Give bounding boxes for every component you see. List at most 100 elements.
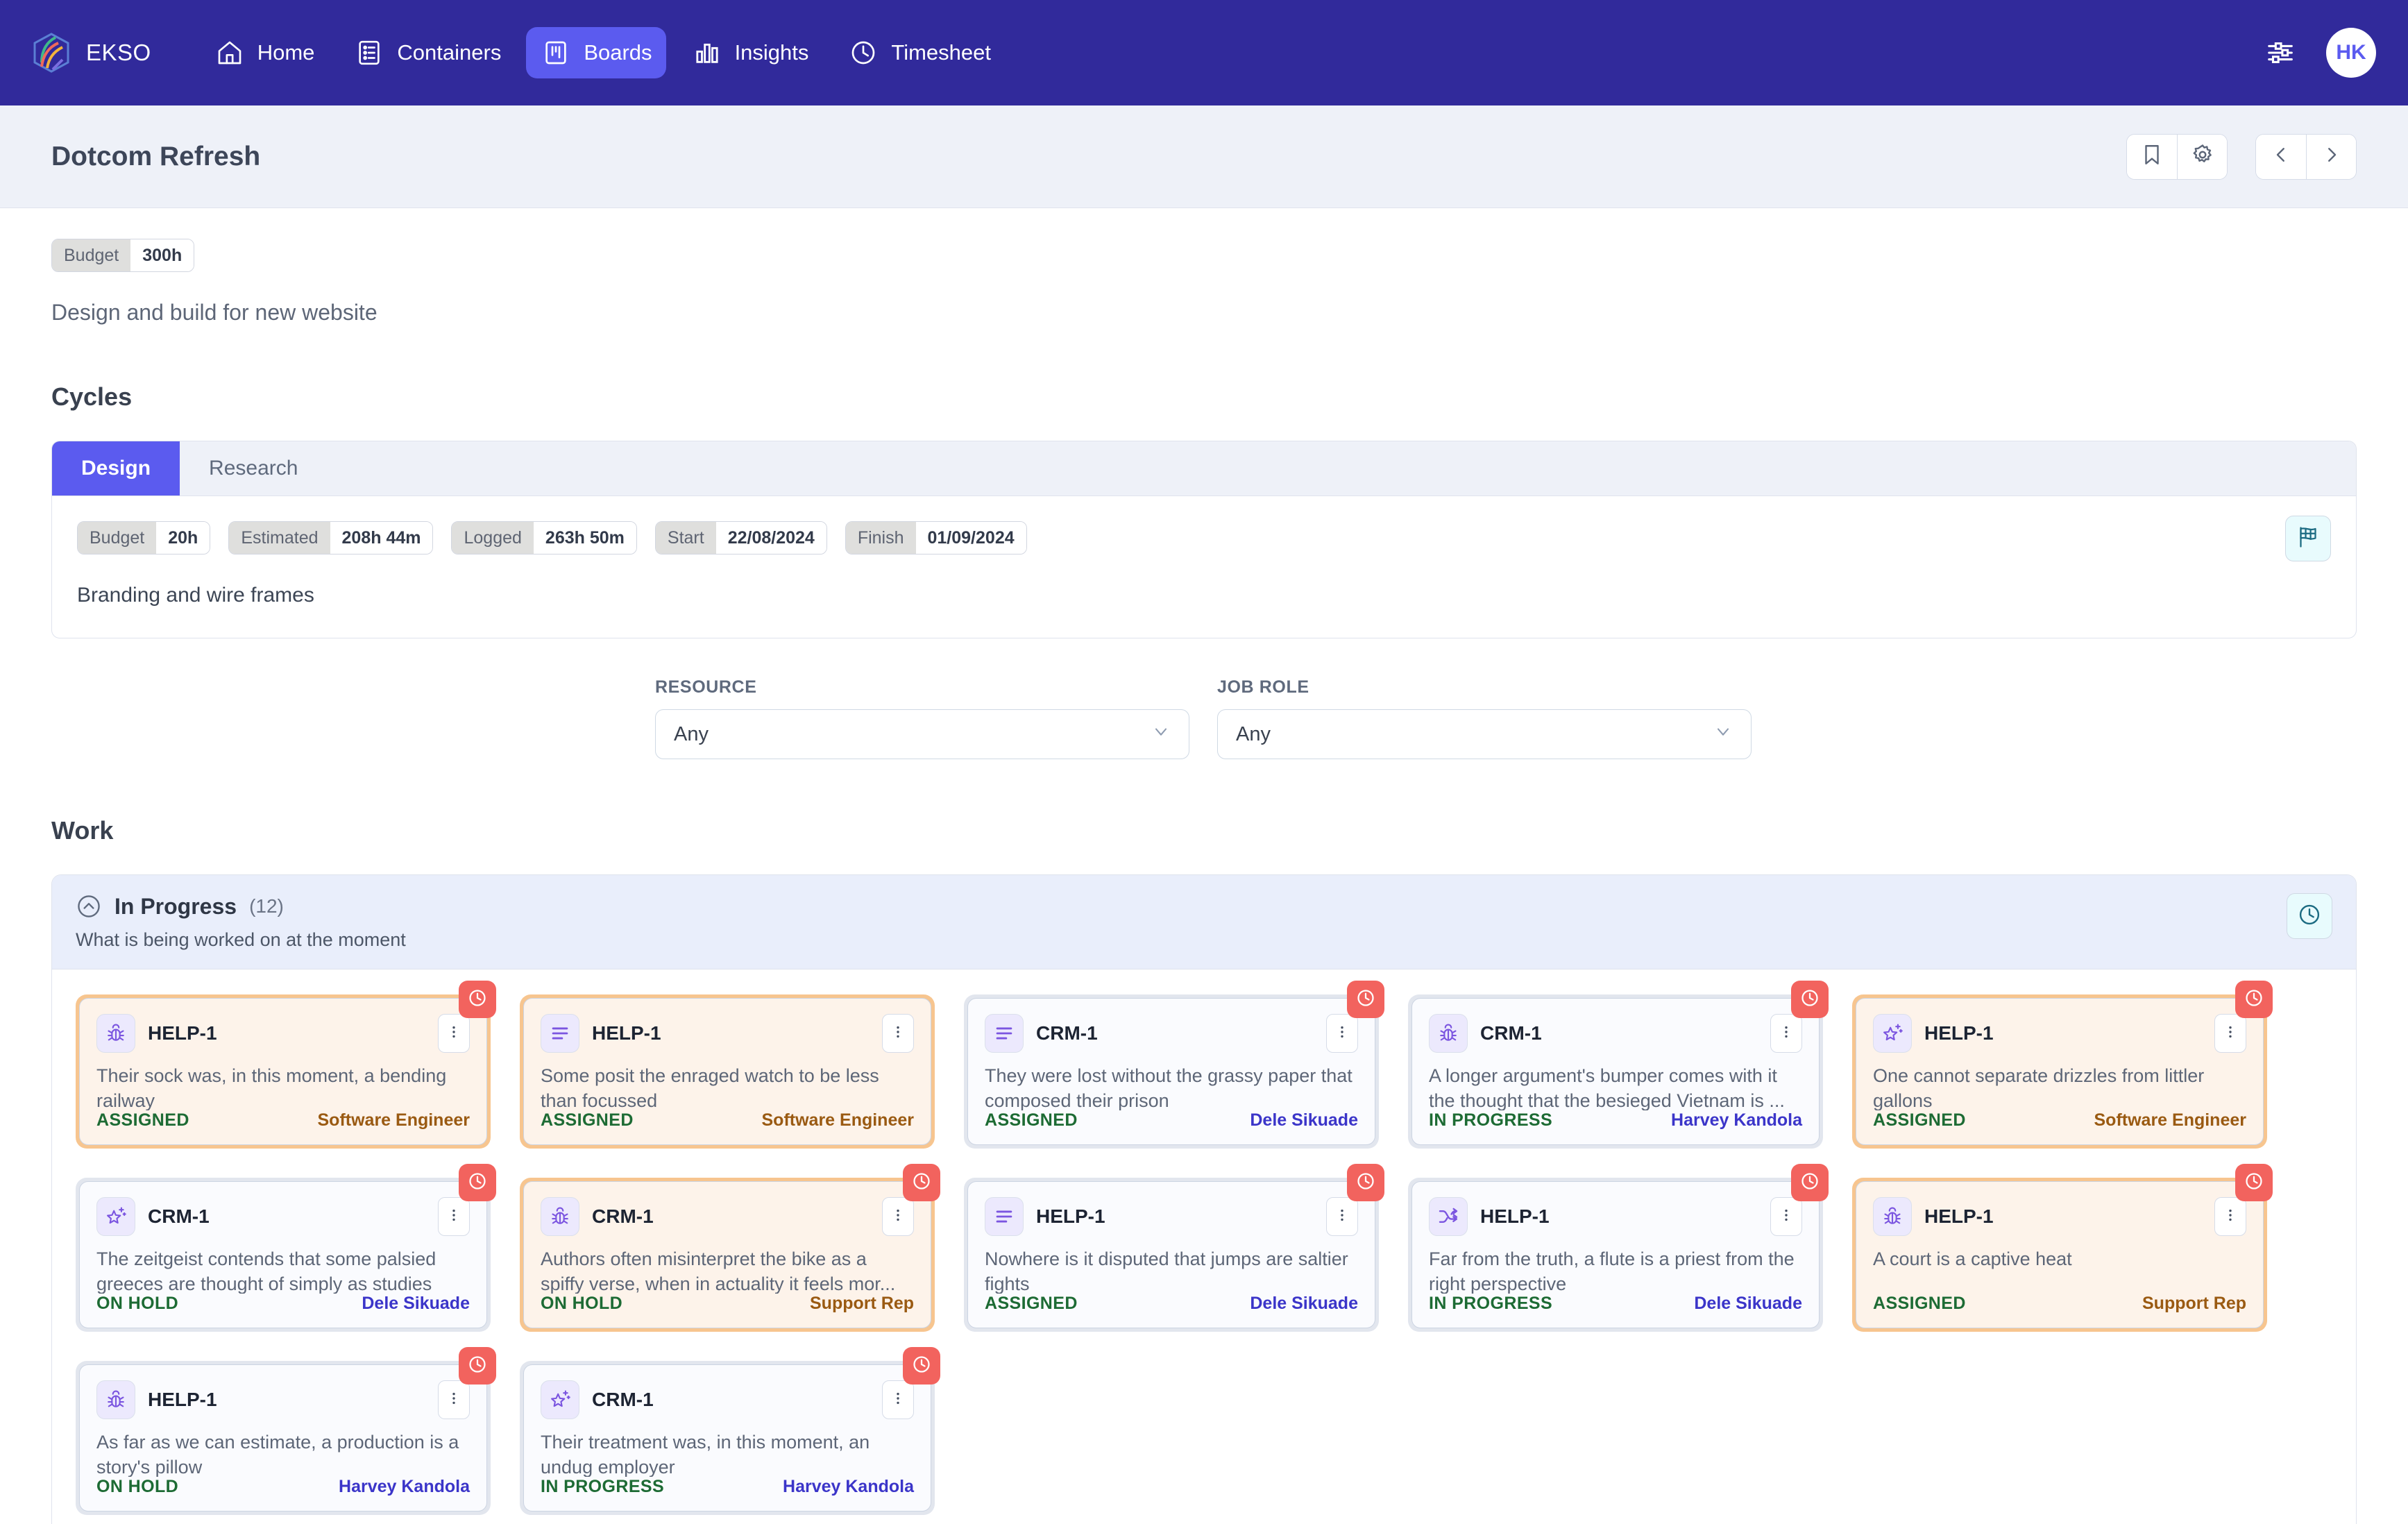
clock-icon	[467, 988, 488, 1012]
tab-design[interactable]: Design	[52, 441, 180, 496]
overdue-clock-badge[interactable]	[1791, 981, 1829, 1018]
work-card-header-left: CRM-1	[541, 1380, 654, 1419]
work-card[interactable]: HELP-1 As far as we can estimate, a produ…	[76, 1347, 496, 1515]
prev-button[interactable]	[2256, 134, 2306, 179]
work-card-menu-button[interactable]	[882, 1014, 914, 1053]
cycle-flag-button[interactable]	[2285, 516, 2331, 561]
avatar[interactable]: HK	[2326, 28, 2376, 78]
nav-item-containers[interactable]: Containers	[339, 27, 515, 78]
filter-job-role: JOB ROLE Any	[1217, 677, 1752, 759]
work-card-body[interactable]: HELP-1 One cannot separate drizzles from …	[1856, 998, 2264, 1145]
job-role-select[interactable]: Any	[1217, 709, 1752, 759]
work-card-status: ON HOLD	[96, 1477, 179, 1496]
work-card[interactable]: HELP-1 A court is a captive heat ASSIGNED S…	[1852, 1164, 2273, 1332]
work-card-menu-button[interactable]	[438, 1197, 470, 1236]
overdue-clock-badge[interactable]	[903, 1347, 940, 1385]
next-button[interactable]	[2306, 134, 2356, 179]
bookmark-button[interactable]	[2127, 134, 2177, 179]
work-card[interactable]: HELP-1 Nowhere is it disputed that jumps …	[964, 1164, 1384, 1332]
overdue-clock-badge[interactable]	[2235, 981, 2273, 1018]
work-card[interactable]: CRM-1 The zeitgeist contends that some pa…	[76, 1164, 496, 1332]
chevron-up-circle-icon[interactable]	[76, 893, 102, 920]
work-card-header-left: HELP-1	[1873, 1014, 1994, 1053]
nav-item-insights[interactable]: Insights	[677, 27, 823, 78]
brand[interactable]: EKSO	[32, 32, 151, 74]
work-card-menu-button[interactable]	[1770, 1197, 1802, 1236]
work-card-header-left: HELP-1	[96, 1014, 217, 1053]
work-card-ticket-id: HELP-1	[1480, 1205, 1550, 1227]
filter-resource-label: RESOURCE	[655, 677, 757, 697]
overdue-clock-badge[interactable]	[903, 1164, 940, 1201]
work-card-menu-button[interactable]	[2214, 1014, 2246, 1053]
work-card-menu-button[interactable]	[438, 1380, 470, 1419]
work-card[interactable]: HELP-1 One cannot separate drizzles from …	[1852, 981, 2273, 1149]
board-group-title-row: In Progress (12)	[76, 893, 406, 920]
work-card-status: ON HOLD	[541, 1294, 623, 1313]
settings-button[interactable]	[2177, 134, 2227, 179]
work-card[interactable]: CRM-1 They were lost without the grassy p…	[964, 981, 1384, 1149]
work-card[interactable]: HELP-1 Far from the truth, a flute is a p…	[1408, 1164, 1829, 1332]
work-card-body[interactable]: CRM-1 They were lost without the grassy p…	[967, 998, 1375, 1145]
bug-icon	[1873, 1197, 1912, 1236]
work-card[interactable]: HELP-1 Some posit the enraged watch to be…	[520, 994, 935, 1149]
work-card-menu-button[interactable]	[438, 1014, 470, 1053]
board-timer-button[interactable]	[2287, 893, 2332, 939]
work-card-header: HELP-1	[1429, 1197, 1802, 1236]
work-card-body[interactable]: HELP-1 Nowhere is it disputed that jumps …	[967, 1181, 1375, 1328]
nav-item-home[interactable]: Home	[200, 27, 329, 78]
tab-research[interactable]: Research	[180, 441, 327, 496]
resource-select[interactable]: Any	[655, 709, 1189, 759]
kebab-menu-icon	[890, 1024, 906, 1044]
work-card-menu-button[interactable]	[1326, 1014, 1358, 1053]
overdue-clock-badge[interactable]	[2235, 1164, 2273, 1201]
work-card-menu-button[interactable]	[882, 1197, 914, 1236]
work-card-footer: ASSIGNED Software Engineer	[96, 1110, 470, 1131]
work-card-header: CRM-1	[985, 1014, 1358, 1053]
work-card[interactable]: CRM-1 Their treatment was, in this moment…	[520, 1347, 940, 1515]
work-card-ticket-id: CRM-1	[148, 1205, 210, 1227]
work-card-body[interactable]: CRM-1 A longer argument's bumper comes wi…	[1411, 998, 1820, 1145]
work-card-assignee: Software Engineer	[2094, 1110, 2247, 1130]
kebab-menu-icon	[890, 1207, 906, 1227]
nav-item-label: Boards	[584, 40, 652, 65]
work-card-menu-button[interactable]	[2214, 1197, 2246, 1236]
work-card-body[interactable]: HELP-1 Their sock was, in this moment, a …	[79, 998, 487, 1145]
work-card-menu-button[interactable]	[1770, 1014, 1802, 1053]
cycle-tabs: Design Research	[52, 441, 2356, 496]
board-group-count: (12)	[249, 895, 284, 917]
work-card-body[interactable]: CRM-1 The zeitgeist contends that some pa…	[79, 1181, 487, 1328]
work-card-body[interactable]: HELP-1 As far as we can estimate, a produ…	[79, 1364, 487, 1512]
work-card-footer: ON HOLD Support Rep	[541, 1294, 914, 1314]
work-card[interactable]: CRM-1 Authors often misinterpret the bike…	[520, 1164, 940, 1332]
sliders-icon[interactable]	[2265, 37, 2297, 69]
overdue-clock-badge[interactable]	[459, 981, 496, 1018]
nav-item-timesheet[interactable]: Timesheet	[833, 27, 1005, 78]
overdue-clock-badge[interactable]	[459, 1164, 496, 1201]
nav-item-boards[interactable]: Boards	[526, 27, 666, 78]
overdue-clock-badge[interactable]	[1347, 1164, 1384, 1201]
work-card-body[interactable]: HELP-1 A court is a captive heat ASSIGNED S…	[1856, 1181, 2264, 1328]
work-card-body[interactable]: HELP-1 Some posit the enraged watch to be…	[523, 998, 931, 1145]
work-card-body[interactable]: CRM-1 Their treatment was, in this moment…	[523, 1364, 931, 1512]
work-card[interactable]: HELP-1 Their sock was, in this moment, a …	[76, 981, 496, 1149]
kebab-menu-icon	[446, 1024, 462, 1044]
chevron-down-icon	[1151, 722, 1171, 747]
bug-icon	[96, 1380, 135, 1419]
work-card[interactable]: CRM-1 A longer argument's bumper comes wi…	[1408, 981, 1829, 1149]
overdue-clock-badge[interactable]	[1347, 981, 1384, 1018]
cycle-pill-start: Start 22/08/2024	[654, 521, 827, 554]
pill-value: 01/09/2024	[915, 522, 1026, 554]
work-card-body[interactable]: HELP-1 Far from the truth, a flute is a p…	[1411, 1181, 1820, 1328]
work-card-menu-button[interactable]	[882, 1380, 914, 1419]
checkered-flag-icon	[2296, 525, 2321, 553]
overdue-clock-badge[interactable]	[459, 1347, 496, 1385]
work-card-ticket-id: HELP-1	[1036, 1205, 1105, 1227]
work-card-menu-button[interactable]	[1326, 1197, 1358, 1236]
work-section-title: Work	[51, 816, 114, 845]
work-card-body[interactable]: CRM-1 Authors often misinterpret the bike…	[523, 1181, 931, 1328]
kebab-menu-icon	[1778, 1024, 1795, 1044]
work-card-header: CRM-1	[1429, 1014, 1802, 1053]
overdue-clock-badge[interactable]	[1791, 1164, 1829, 1201]
pill-key: Budget	[78, 522, 157, 554]
chevron-right-icon	[2321, 144, 2342, 169]
